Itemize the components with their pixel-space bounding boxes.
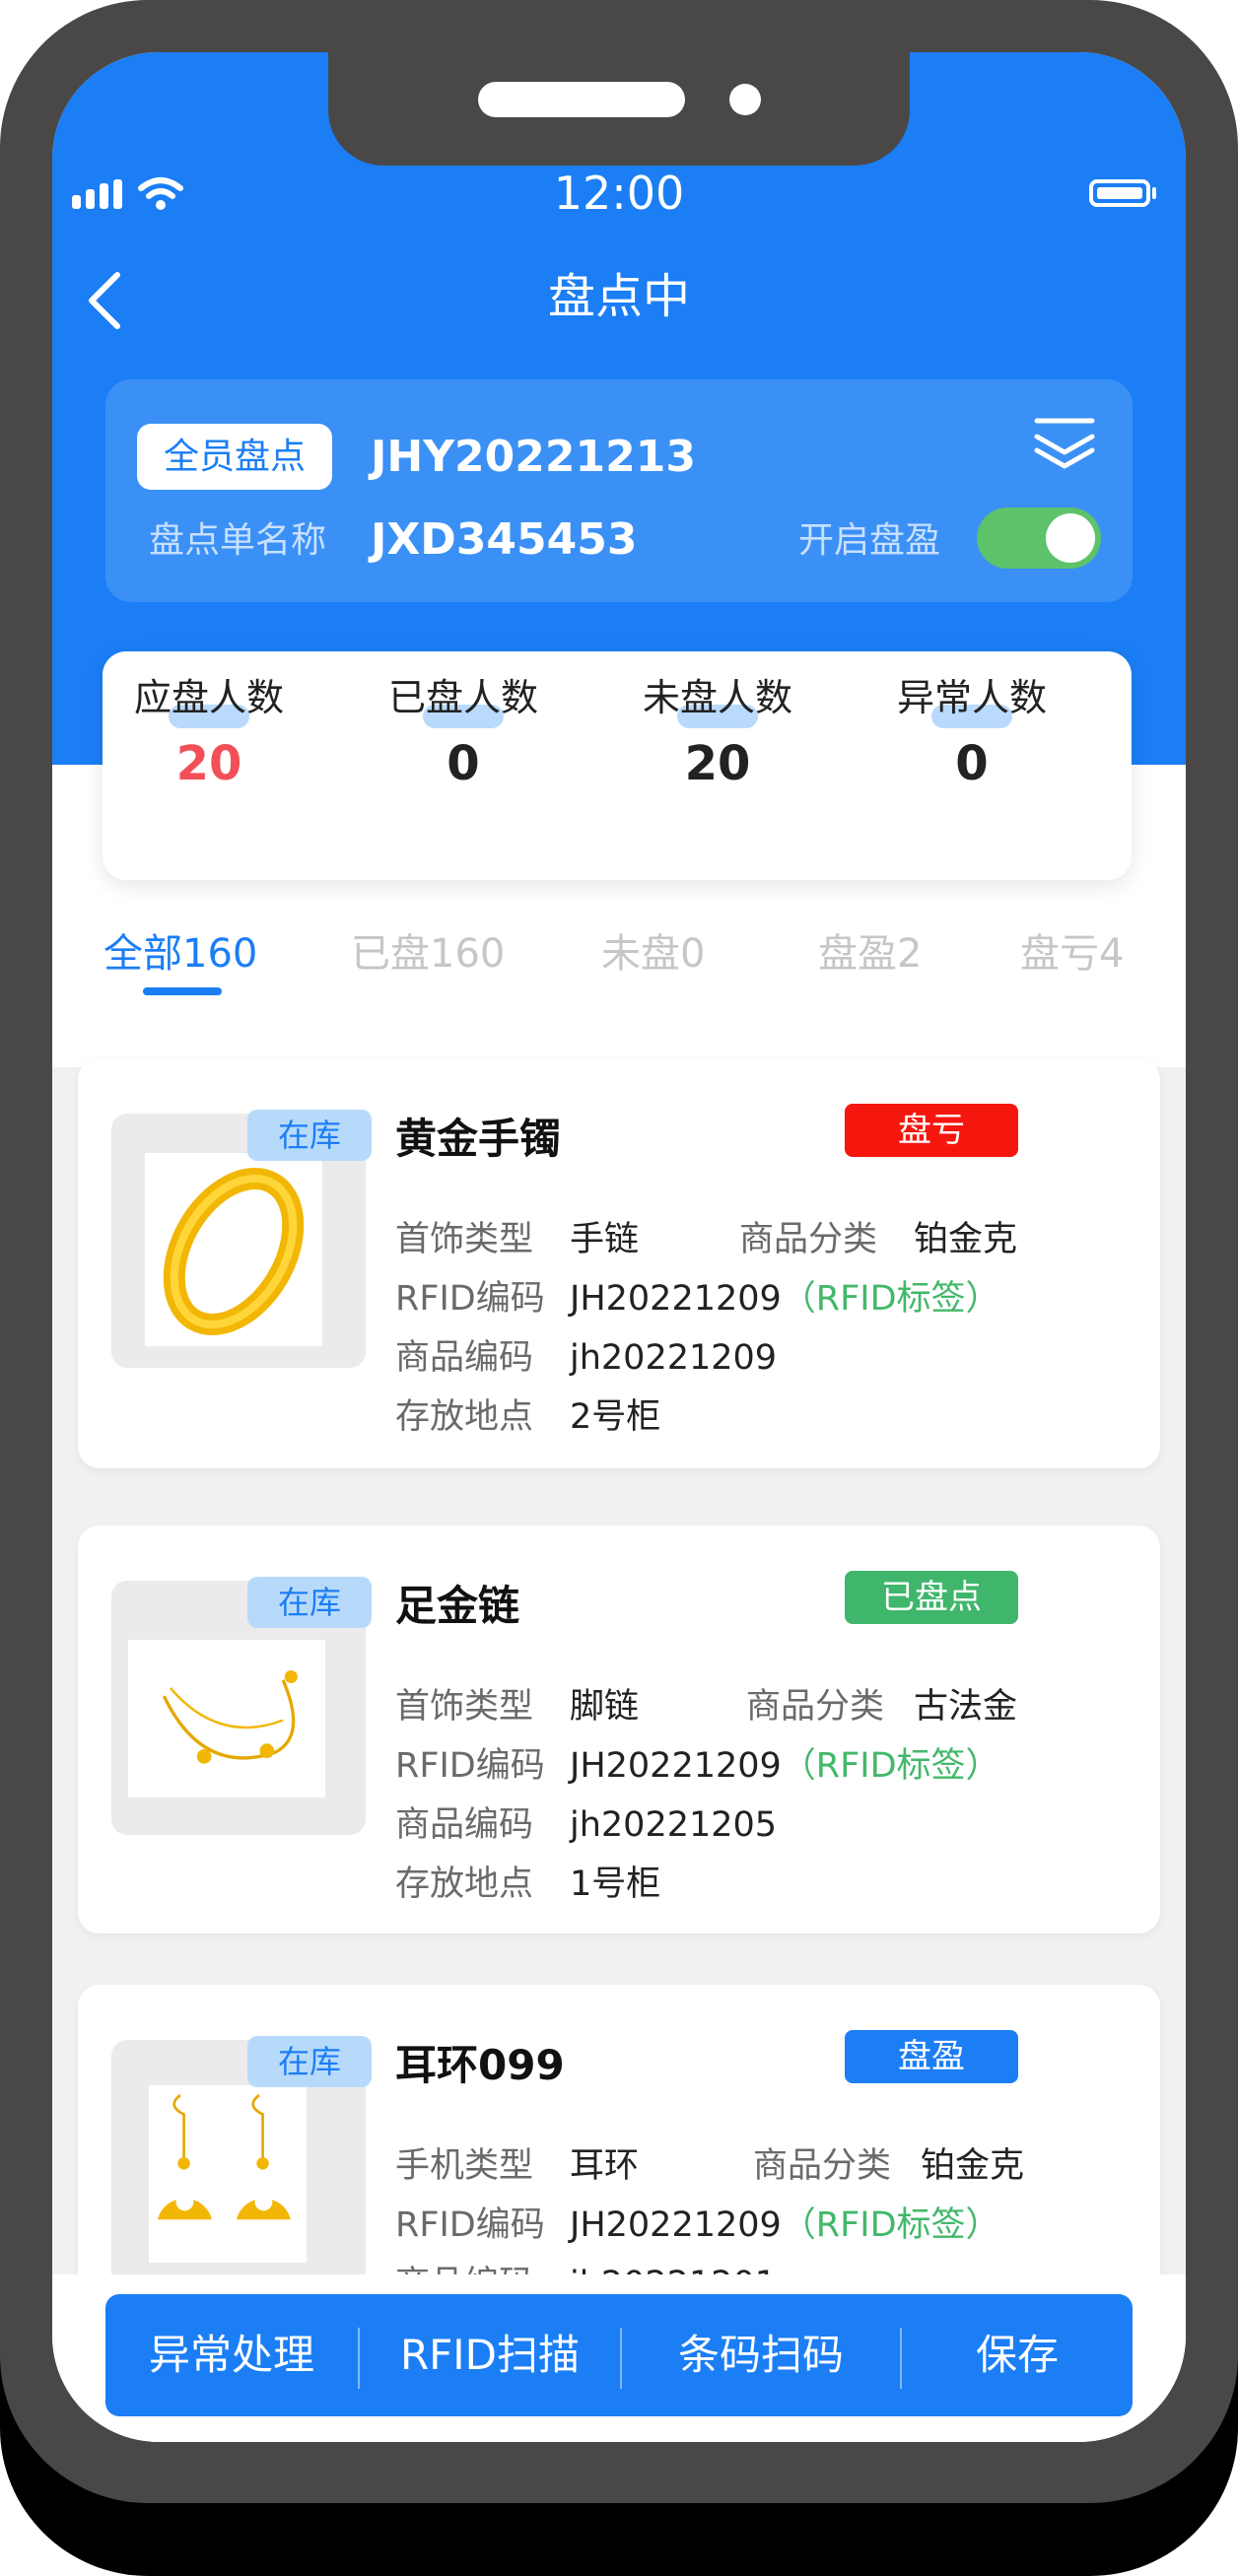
gold-earrings-image <box>149 2085 307 2263</box>
rfid-note: （RFID标签） <box>781 1746 1000 1786</box>
item-name: 耳环099 <box>395 2041 565 2089</box>
stat-counted: 已盘人数 0 <box>335 671 591 795</box>
surplus-toggle-label: 开启盘盈 <box>798 520 941 561</box>
stat-should-count: 应盘人数 20 <box>81 671 337 795</box>
field-value: 1号柜 <box>570 1864 661 1904</box>
stock-tag: 在库 <box>247 1577 372 1628</box>
rfid-scan-button[interactable]: RFID扫描 <box>360 2294 620 2416</box>
field-label: 商品分类 <box>746 1687 885 1727</box>
battery-icon <box>1089 179 1150 207</box>
field-label: 手机类型 <box>395 2146 534 2186</box>
field-value: JH20221209 <box>570 2205 782 2245</box>
active-tab-indicator <box>143 987 222 995</box>
stat-label: 未盘人数 <box>642 676 792 719</box>
field-label: RFID编码 <box>395 2205 545 2245</box>
stat-label: 异常人数 <box>896 676 1047 719</box>
stat-abnormal: 异常人数 0 <box>844 671 1100 795</box>
field-value: jh20221209 <box>570 1338 778 1378</box>
stat-uncounted: 未盘人数 20 <box>589 671 846 795</box>
field-value: 古法金 <box>914 1687 1018 1727</box>
field-label: 商品分类 <box>753 2146 892 2186</box>
stat-label: 已盘人数 <box>387 676 538 719</box>
list-item[interactable]: 在库 黄金手镯 盘亏 首饰类型 手链 商品分类 铂金克 RFID编码 JH2022120… <box>78 1058 1160 1468</box>
gold-bangle-image <box>145 1153 322 1346</box>
stock-tag: 在库 <box>247 1110 372 1161</box>
field-value: 2号柜 <box>570 1397 661 1437</box>
rfid-note: （RFID标签） <box>781 1279 1000 1319</box>
stock-tag: 在库 <box>247 2036 372 2087</box>
field-value: 脚链 <box>570 1687 640 1727</box>
field-label: 存放地点 <box>395 1864 534 1904</box>
status-badge: 已盘点 <box>845 1571 1018 1624</box>
stat-value: 0 <box>955 736 989 791</box>
field-label: 首饰类型 <box>395 1687 534 1727</box>
speaker-grille <box>478 82 685 117</box>
stat-value: 20 <box>175 736 242 791</box>
field-value: JH20221209 <box>570 1746 782 1786</box>
order-name: JXD345453 <box>371 514 638 565</box>
status-badge: 盘盈 <box>845 2030 1018 2083</box>
field-label: 存放地点 <box>395 1397 534 1437</box>
field-value: jh20221205 <box>570 1805 778 1845</box>
battery-tip <box>1152 187 1156 199</box>
item-name: 黄金手镯 <box>395 1115 562 1163</box>
surplus-toggle[interactable] <box>977 508 1101 569</box>
item-name: 足金链 <box>395 1582 520 1630</box>
stat-value: 0 <box>447 736 480 791</box>
status-badge: 盘亏 <box>845 1104 1018 1157</box>
order-code: JHY20221213 <box>371 432 696 482</box>
rfid-note: （RFID标签） <box>781 2205 1000 2245</box>
stat-value: 20 <box>684 736 751 791</box>
barcode-scan-button[interactable]: 条码扫码 <box>622 2294 900 2416</box>
tab-surplus[interactable]: 盘盈2 <box>818 924 922 983</box>
page-title: 盘点中 <box>547 269 690 324</box>
tab-all[interactable]: 全部160 <box>103 924 257 983</box>
list-item[interactable]: 在库 足金链 已盘点 首饰类型 脚链 商品分类 古法金 RFID编码 JH2022120… <box>78 1525 1160 1933</box>
phone-screen: 12:00 盘点中 全员盘点 JHY20221213 盘点单名称 JXD3454… <box>52 52 1186 2442</box>
field-value: 铂金克 <box>914 1220 1018 1259</box>
field-label: 商品编码 <box>395 1805 534 1845</box>
stat-label: 应盘人数 <box>133 676 284 719</box>
dropdown-menu-icon[interactable] <box>1032 411 1097 476</box>
status-time: 12:00 <box>553 167 685 220</box>
mode-badge: 全员盘点 <box>137 424 332 490</box>
field-label: RFID编码 <box>395 1746 545 1786</box>
bottom-action-bar: 异常处理 RFID扫描 条码扫码 保存 <box>105 2294 1133 2416</box>
field-label: RFID编码 <box>395 1279 545 1319</box>
toggle-knob <box>1046 513 1095 563</box>
field-label: 首饰类型 <box>395 1220 534 1259</box>
field-value: JH20221209 <box>570 1279 782 1319</box>
tab-shortage[interactable]: 盘亏4 <box>1020 924 1124 983</box>
field-value: 手链 <box>570 1220 640 1259</box>
field-value: 耳环 <box>570 2146 640 2186</box>
order-name-label: 盘点单名称 <box>149 520 327 561</box>
exception-button[interactable]: 异常处理 <box>105 2294 358 2416</box>
tab-counted[interactable]: 已盘160 <box>351 924 505 983</box>
save-button[interactable]: 保存 <box>902 2294 1133 2416</box>
front-camera <box>729 84 761 115</box>
field-value: 铂金克 <box>921 2146 1025 2186</box>
tab-uncounted[interactable]: 未盘0 <box>601 924 705 983</box>
field-label: 商品编码 <box>395 1338 534 1378</box>
gold-anklet-image <box>128 1640 325 1797</box>
field-label: 商品分类 <box>739 1220 878 1259</box>
stats-card: 应盘人数 20 已盘人数 0 未盘人数 20 异常人数 0 <box>103 651 1132 880</box>
